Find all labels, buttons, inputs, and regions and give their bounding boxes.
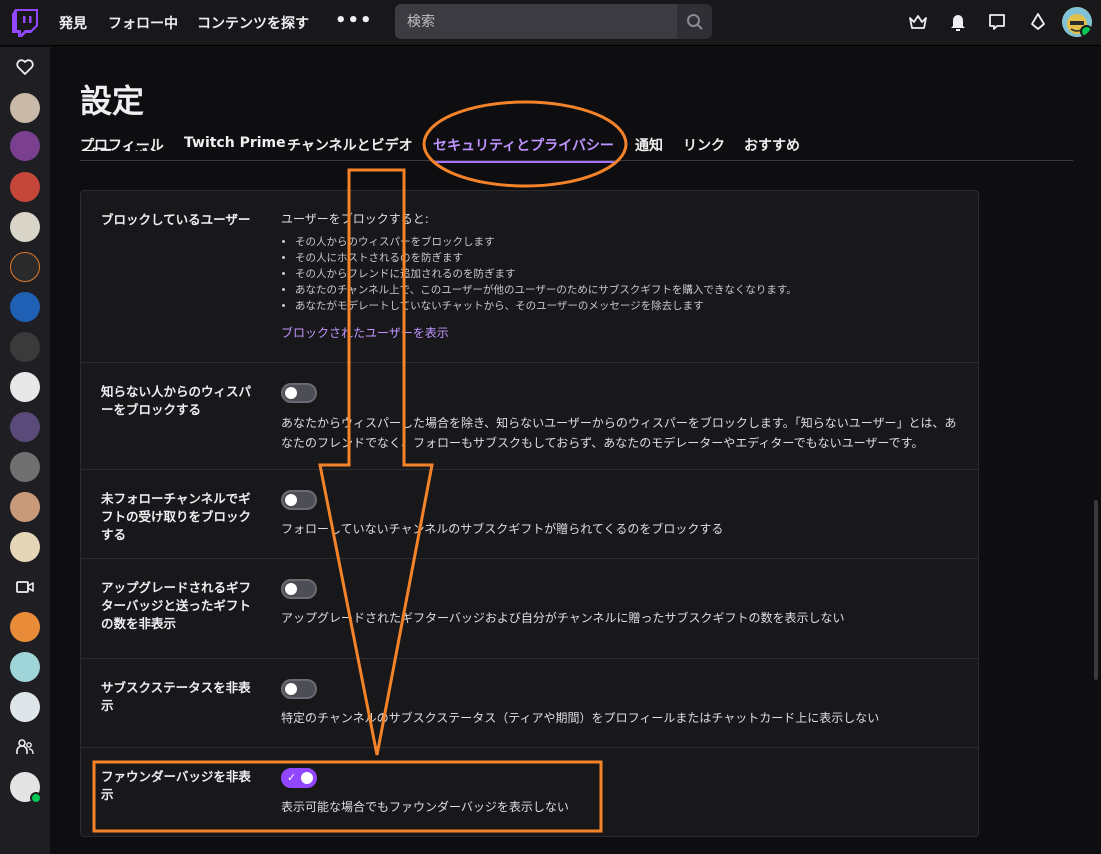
setting-description: 特定のチャンネルのサブスクステータス（ティアや期間）をプロフィールまたはチャット… bbox=[281, 711, 880, 725]
tab-recommendations[interactable]: おすすめ bbox=[744, 135, 800, 155]
followed-channel-avatar[interactable] bbox=[10, 452, 40, 482]
view-blocked-users-link[interactable]: ブロックされたユーザーを表示 bbox=[281, 324, 449, 341]
setting-row-hide-gifter-badge: アップグレードされるギフターバッジと送ったギフトの数を非表示 アップグレードされ… bbox=[81, 558, 978, 659]
list-item: あなたがモデレートしていないチャットから、そのユーザーのメッセージを除去します bbox=[295, 298, 797, 314]
setting-label: ブロックしているユーザー bbox=[101, 212, 251, 227]
followed-channel-avatar[interactable] bbox=[10, 131, 40, 161]
setting-row-block-gifts: 未フォローチャンネルでギフトの受け取りをブロックする フォローしていないチャンネ… bbox=[81, 469, 978, 559]
followed-channel-avatar[interactable] bbox=[10, 492, 40, 522]
crown-icon[interactable] bbox=[908, 12, 928, 32]
setting-row-hide-sub-status: サブスクステータスを非表示 特定のチャンネルのサブスクステータス（ティアや期間）… bbox=[81, 658, 978, 748]
followed-channel-avatar[interactable] bbox=[10, 332, 40, 362]
hide-sub-status-toggle[interactable] bbox=[281, 679, 317, 699]
toggle-knob bbox=[285, 683, 297, 695]
setting-intro: ユーザーをブロックすると: bbox=[281, 212, 429, 226]
setting-description: あなたからウィスパーした場合を除き、知らないユーザーからのウィスパーをブロックし… bbox=[281, 416, 957, 450]
followed-channel-avatar[interactable] bbox=[10, 252, 40, 282]
privacy-settings-panel: ブロックしているユーザー ユーザーをブロックすると: その人からのウィスパーをブ… bbox=[80, 190, 979, 837]
notifications-bell-icon[interactable] bbox=[948, 12, 968, 32]
more-menu-button[interactable]: ••• bbox=[335, 10, 373, 31]
checkmark-icon: ✓ bbox=[287, 771, 297, 784]
heart-icon[interactable] bbox=[15, 57, 35, 77]
block-effects-list: その人からのウィスパーをブロックします その人にホストされるのを防ぎます その人… bbox=[281, 234, 797, 314]
page-title: 設定 bbox=[80, 82, 145, 120]
page-scrollbar[interactable] bbox=[1094, 500, 1098, 680]
toggle-knob bbox=[301, 772, 313, 784]
bits-icon[interactable] bbox=[1028, 12, 1048, 32]
whispers-icon[interactable] bbox=[987, 12, 1007, 32]
setting-label: サブスクステータスを非表示 bbox=[101, 680, 251, 713]
setting-row-hide-founder-badge: ファウンダーバッジを非表示 ✓ 表示可能な場合でもファウンダーバッジを表示しない bbox=[81, 747, 978, 837]
tab-links[interactable]: リンク bbox=[683, 135, 725, 155]
setting-label: 未フォローチャンネルでギフトの受け取りをブロックする bbox=[101, 491, 252, 542]
block-gifts-toggle[interactable] bbox=[281, 490, 317, 510]
search-button[interactable] bbox=[677, 4, 712, 39]
setting-description: アップグレードされたギフターバッジおよび自分がチャンネルに贈ったサブスクギフトの… bbox=[281, 611, 845, 625]
setting-label: アップグレードされるギフターバッジと送ったギフトの数を非表示 bbox=[101, 580, 252, 631]
online-status-dot bbox=[30, 792, 42, 804]
video-camera-icon[interactable] bbox=[15, 577, 35, 597]
hide-gifter-badge-toggle[interactable] bbox=[281, 579, 317, 599]
setting-label: 知らない人からのウィスパーをブロックする bbox=[101, 384, 252, 417]
setting-label: ファウンダーバッジを非表示 bbox=[101, 769, 251, 802]
followed-channel-avatar[interactable] bbox=[10, 372, 40, 402]
nav-following[interactable]: フォロー中 bbox=[108, 13, 178, 33]
block-whispers-toggle[interactable] bbox=[281, 383, 317, 403]
followed-channel-avatar[interactable] bbox=[10, 692, 40, 722]
friend-avatar[interactable] bbox=[10, 772, 42, 804]
toggle-knob bbox=[285, 494, 297, 506]
tab-notifications[interactable]: 通知 bbox=[635, 135, 663, 155]
followed-channel-avatar[interactable] bbox=[10, 532, 40, 562]
tab-twitch-prime[interactable]: Twitch Prime bbox=[184, 135, 286, 151]
toggle-knob bbox=[285, 583, 297, 595]
section-title: プライバシー bbox=[80, 142, 182, 151]
followed-channel-avatar[interactable] bbox=[10, 412, 40, 442]
online-status-dot bbox=[1080, 25, 1092, 37]
followed-channel-avatar[interactable] bbox=[10, 292, 40, 322]
toggle-knob bbox=[285, 387, 297, 399]
setting-row-blocked-users: ブロックしているユーザー ユーザーをブロックすると: その人からのウィスパーをブ… bbox=[81, 191, 978, 362]
nav-discover[interactable]: 発見 bbox=[59, 13, 87, 33]
search-input[interactable] bbox=[395, 4, 677, 39]
setting-description: フォローしていないチャンネルのサブスクギフトが贈られてくるのをブロックする bbox=[281, 522, 724, 536]
followed-channel-avatar[interactable] bbox=[10, 93, 40, 123]
followed-channel-avatar[interactable] bbox=[10, 652, 40, 682]
hide-founder-badge-toggle[interactable]: ✓ bbox=[281, 768, 317, 788]
setting-row-block-whispers: 知らない人からのウィスパーをブロックする あなたからウィスパーした場合を除き、知… bbox=[81, 362, 978, 470]
followed-channel-avatar[interactable] bbox=[10, 612, 40, 642]
settings-tabs: プロフィール Twitch Prime チャンネルとビデオ セキュリティとプライ… bbox=[80, 128, 1073, 163]
followed-channel-avatar[interactable] bbox=[10, 212, 40, 242]
followed-channel-avatar[interactable] bbox=[10, 172, 40, 202]
sidebar bbox=[0, 47, 50, 854]
list-item: その人にホストされるのを防ぎます bbox=[295, 250, 797, 266]
friends-icon[interactable] bbox=[15, 737, 35, 757]
user-avatar[interactable] bbox=[1062, 7, 1092, 37]
twitch-logo-icon[interactable] bbox=[12, 9, 38, 37]
list-item: その人からフレンドに追加されるのを防ぎます bbox=[295, 266, 797, 282]
tab-channel-and-videos[interactable]: チャンネルとビデオ bbox=[287, 135, 413, 155]
list-item: その人からのウィスパーをブロックします bbox=[295, 234, 797, 250]
tab-security-and-privacy[interactable]: セキュリティとプライバシー bbox=[433, 135, 614, 163]
top-nav: 発見 フォロー中 コンテンツを探す ••• bbox=[0, 0, 1101, 46]
list-item: あなたのチャンネル上で、このユーザーが他のユーザーのためにサブスクギフトを購入で… bbox=[295, 282, 797, 298]
search-icon bbox=[686, 13, 703, 30]
nav-browse[interactable]: コンテンツを探す bbox=[197, 13, 309, 33]
setting-description: 表示可能な場合でもファウンダーバッジを表示しない bbox=[281, 800, 569, 814]
